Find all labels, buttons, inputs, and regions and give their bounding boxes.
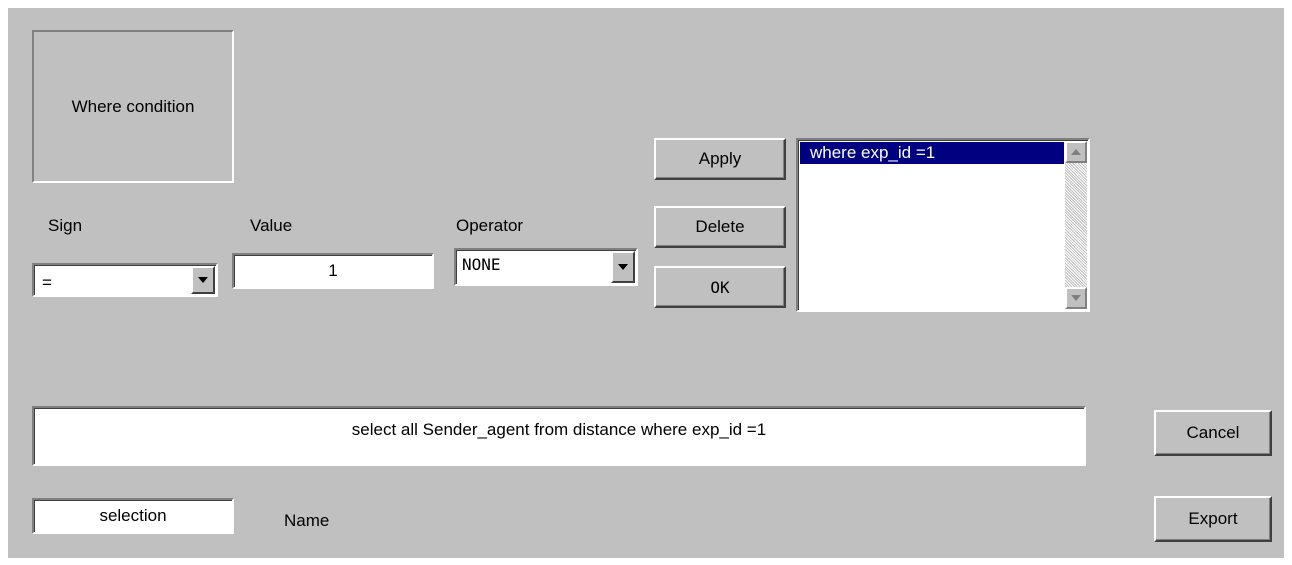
operator-label: Operator [456, 216, 524, 235]
name-input[interactable]: selection [32, 498, 234, 534]
scroll-up-button[interactable] [1065, 141, 1087, 163]
chevron-down-icon [618, 264, 628, 270]
operator-dropdown-value: NONE [462, 255, 501, 274]
sign-dropdown[interactable]: = [32, 263, 218, 297]
chevron-down-icon [198, 277, 208, 283]
sign-dropdown-value: = [42, 273, 52, 292]
scroll-down-button[interactable] [1065, 287, 1087, 309]
apply-button[interactable]: Apply [654, 138, 786, 180]
name-label: Name [284, 511, 330, 530]
list-item-selected[interactable]: where exp_id =1 [800, 142, 1064, 164]
query-textfield[interactable]: select all Sender_agent from distance wh… [32, 406, 1086, 466]
delete-button[interactable]: Delete [654, 206, 786, 248]
value-input[interactable]: 1 [232, 253, 434, 289]
name-input-text: selection [99, 506, 167, 525]
conditions-listbox[interactable]: where exp_id =1 [796, 138, 1090, 312]
ok-button[interactable]: OK [654, 266, 786, 308]
operator-dropdown[interactable]: NONE [454, 248, 638, 286]
scroll-up-icon [1071, 149, 1081, 155]
dialog-panel: Where condition Sign Value Operator = 1 … [8, 8, 1284, 558]
where-condition-groupbox: Where condition [32, 30, 234, 183]
query-text: select all Sender_agent from distance wh… [351, 420, 767, 439]
sign-label: Sign [48, 216, 83, 235]
where-condition-label: Where condition [71, 96, 195, 116]
operator-dropdown-button[interactable] [611, 251, 635, 283]
cancel-button[interactable]: Cancel [1154, 410, 1272, 456]
value-input-text: 1 [328, 261, 338, 280]
value-label: Value [250, 216, 293, 235]
sign-dropdown-button[interactable] [191, 266, 215, 294]
listbox-scrollbar[interactable] [1065, 141, 1087, 309]
export-button[interactable]: Export [1154, 496, 1272, 542]
scroll-down-icon [1071, 295, 1081, 301]
